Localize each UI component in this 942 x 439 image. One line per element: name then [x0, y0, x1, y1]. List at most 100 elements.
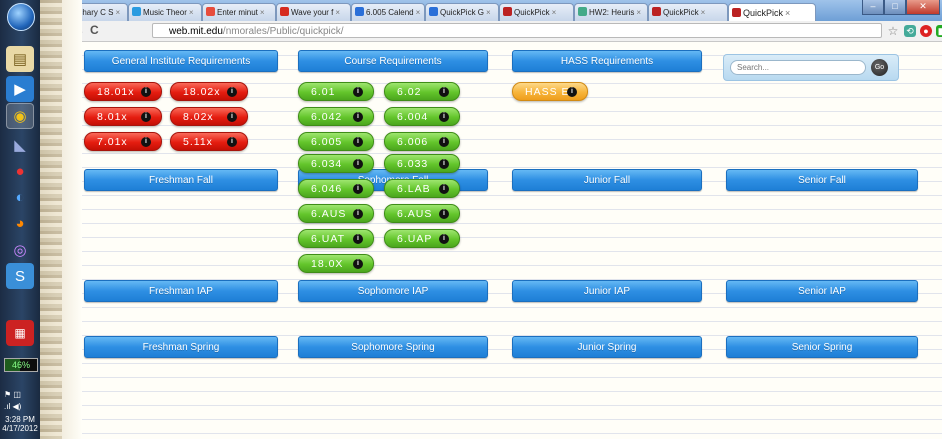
class-pill[interactable]: 6.046 i	[298, 179, 374, 198]
info-icon[interactable]: i	[439, 137, 449, 147]
browser-tab[interactable]: QuickPick ×	[648, 3, 728, 21]
battery-indicator[interactable]: 46%	[4, 358, 38, 372]
class-pill[interactable]: 18.0X i	[298, 254, 374, 273]
media-player-icon[interactable]: ▶	[6, 76, 34, 102]
adblock-icon[interactable]: ●	[920, 25, 932, 37]
tab-close-icon[interactable]: ×	[189, 8, 194, 17]
evernote-icon[interactable]: ◧	[936, 25, 942, 37]
semester-senior-spring[interactable]: Senior Spring	[726, 336, 918, 358]
info-icon[interactable]: i	[141, 137, 151, 147]
tab-close-icon[interactable]: ×	[260, 8, 265, 17]
class-pill[interactable]: 6.01 i	[298, 82, 374, 101]
chrome-icon[interactable]: ◉	[6, 103, 34, 129]
extension-icon[interactable]: ⟲	[904, 25, 916, 37]
semester-senior-iap[interactable]: Senior IAP	[726, 280, 918, 302]
minimize-button[interactable]: –	[862, 0, 884, 15]
windows-start-orb-icon[interactable]	[7, 3, 35, 31]
class-pill[interactable]: 6.UAP i	[384, 229, 460, 248]
tab-close-icon[interactable]: ×	[785, 8, 790, 18]
info-icon[interactable]: i	[353, 159, 363, 169]
info-icon[interactable]: i	[353, 234, 363, 244]
semester-freshman-iap[interactable]: Freshman IAP	[84, 280, 278, 302]
tab-close-icon[interactable]: ×	[636, 8, 641, 17]
class-pill[interactable]: 8.02x i	[170, 107, 248, 126]
browser-tab[interactable]: 6.005 Calend ×	[351, 3, 425, 21]
info-icon[interactable]: i	[353, 259, 363, 269]
info-icon[interactable]: i	[353, 184, 363, 194]
tab-close-icon[interactable]: ×	[115, 8, 120, 17]
info-icon[interactable]: i	[141, 112, 151, 122]
maximize-button[interactable]: □	[884, 0, 906, 15]
info-icon[interactable]: i	[353, 137, 363, 147]
class-pill[interactable]: 6.034 i	[298, 154, 374, 173]
semester-sophomore-iap[interactable]: Sophomore IAP	[298, 280, 488, 302]
browser-tab[interactable]: Wave your f ×	[276, 3, 351, 21]
class-pill[interactable]: 8.01x i	[84, 107, 162, 126]
info-icon[interactable]: i	[353, 87, 363, 97]
close-window-button[interactable]: ✕	[906, 0, 940, 15]
info-icon[interactable]: i	[227, 87, 237, 97]
info-icon[interactable]: i	[439, 234, 449, 244]
app-red-icon[interactable]: ●	[6, 158, 34, 184]
semester-senior-fall[interactable]: Senior Fall	[726, 169, 918, 191]
flag-icon[interactable]: ⚑ ◫	[4, 390, 21, 399]
browser-tab[interactable]: QuickPick ×	[728, 3, 816, 22]
tab-close-icon[interactable]: ×	[416, 8, 421, 17]
hass-requirements-button[interactable]: HASS Requirements	[512, 50, 702, 72]
tab-close-icon[interactable]: ×	[335, 8, 340, 17]
info-icon[interactable]: i	[227, 137, 237, 147]
class-pill[interactable]: 6.AUS i	[298, 204, 374, 223]
network-volume-icon[interactable]: .ıl ◀)	[4, 402, 21, 411]
address-bar[interactable]: web.mit.edu/nmorales/Public/quickpick/	[152, 23, 882, 38]
search-input[interactable]	[730, 60, 866, 75]
semester-junior-fall[interactable]: Junior Fall	[512, 169, 702, 191]
browser-tab[interactable]: QuickPick ×	[499, 3, 574, 21]
semester-junior-iap[interactable]: Junior IAP	[512, 280, 702, 302]
semester-freshman-spring[interactable]: Freshman Spring	[84, 336, 278, 358]
info-icon[interactable]: i	[141, 87, 151, 97]
tab-close-icon[interactable]: ×	[701, 8, 706, 17]
class-pill[interactable]: 7.01x i	[84, 132, 162, 151]
course-requirements-button[interactable]: Course Requirements	[298, 50, 488, 72]
app-purple-icon[interactable]: ◎	[6, 237, 34, 263]
class-pill[interactable]: 6.042 i	[298, 107, 374, 126]
stellarium-icon[interactable]: ◣	[6, 132, 34, 158]
class-pill[interactable]: 6.AUS i	[384, 204, 460, 223]
clock[interactable]: 3:28 PM 4/17/2012	[0, 415, 40, 433]
info-icon[interactable]: i	[353, 112, 363, 122]
class-pill[interactable]: 6.004 i	[384, 107, 460, 126]
info-icon[interactable]: i	[439, 112, 449, 122]
semester-freshman-fall[interactable]: Freshman Fall	[84, 169, 278, 191]
bookmark-star-icon[interactable]: ☆	[887, 25, 899, 37]
browser-tab[interactable]: HW2: Heuris ×	[574, 3, 648, 21]
browser-tab[interactable]: QuickPick G ×	[425, 3, 499, 21]
app-globe-icon[interactable]: ◐	[6, 184, 34, 210]
class-pill[interactable]: HASS Ei	[512, 82, 588, 101]
tray-app-icon[interactable]: ▦	[6, 320, 34, 346]
info-icon[interactable]: i	[439, 87, 449, 97]
class-pill[interactable]: 6.UAT i	[298, 229, 374, 248]
browser-tab[interactable]: Enter minut ×	[202, 3, 276, 21]
class-pill[interactable]: 18.02x i	[170, 82, 248, 101]
file-explorer-icon[interactable]: ▤	[6, 46, 34, 72]
semester-sophomore-spring[interactable]: Sophomore Spring	[298, 336, 488, 358]
skype-icon[interactable]: S	[6, 263, 34, 289]
class-pill[interactable]: 6.006 i	[384, 132, 460, 151]
class-pill[interactable]: 6.033 i	[384, 154, 460, 173]
info-icon[interactable]: i	[567, 87, 577, 97]
class-pill[interactable]: 5.11x i	[170, 132, 248, 151]
info-icon[interactable]: i	[439, 209, 449, 219]
gir-requirements-button[interactable]: General Institute Requirements	[84, 50, 278, 72]
info-icon[interactable]: i	[227, 112, 237, 122]
browser-tab[interactable]: Music Theor ×	[128, 3, 202, 21]
tab-close-icon[interactable]: ×	[486, 8, 491, 17]
class-pill[interactable]: 6.005 i	[298, 132, 374, 151]
firefox-icon[interactable]: ◕	[6, 210, 34, 236]
info-icon[interactable]: i	[439, 184, 449, 194]
info-icon[interactable]: i	[353, 209, 363, 219]
search-go-button[interactable]: Go	[871, 59, 888, 76]
class-pill[interactable]: 6.02 i	[384, 82, 460, 101]
reload-button[interactable]: C	[90, 23, 99, 37]
semester-junior-spring[interactable]: Junior Spring	[512, 336, 702, 358]
class-pill[interactable]: 18.01x i	[84, 82, 162, 101]
